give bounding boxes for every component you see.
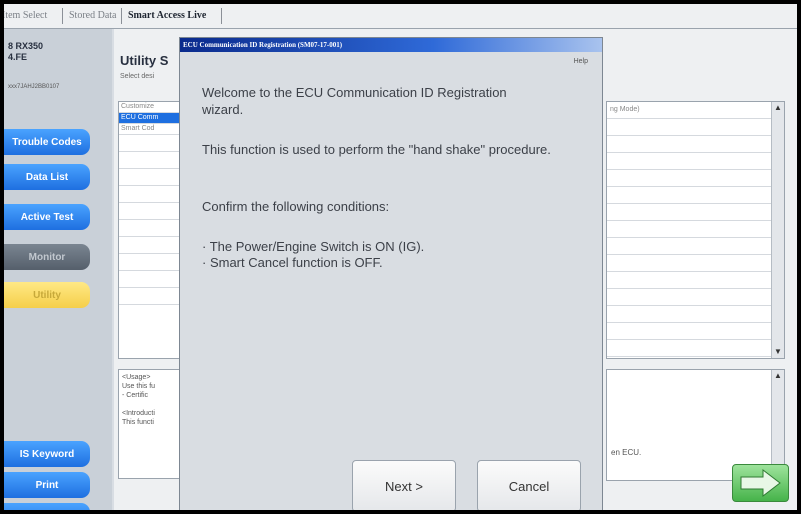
data-list-button[interactable]: Data List: [4, 164, 90, 190]
scroll-down-icon[interactable]: ▼: [772, 346, 784, 358]
arrow-right-icon: [740, 468, 781, 498]
usage-line: <Usage>: [122, 374, 151, 381]
sidebar: 8 RX350 4.FE xxx7JAHJ2BB0107 Trouble Cod…: [4, 29, 112, 510]
list-item: [119, 135, 183, 152]
vehicle-info: 8 RX350 4.FE: [8, 41, 43, 63]
list-item: ng Mode): [607, 102, 784, 119]
utility-list-right: ng Mode) ▲ ▼: [606, 101, 785, 359]
usage-line: This functi: [122, 419, 154, 426]
vehicle-vin: xxx7JAHJ2BB0107: [8, 84, 60, 90]
tab-divider: [221, 8, 222, 24]
utility-button[interactable]: Utility: [4, 282, 90, 308]
list-scrollbar[interactable]: ▲ ▼: [771, 102, 784, 358]
list-item: [607, 136, 784, 153]
confirm-text: Confirm the following conditions:: [202, 199, 390, 214]
vehicle-engine: 4.FE: [8, 52, 28, 62]
list-item: [607, 272, 784, 289]
list-item: [607, 323, 784, 340]
active-test-button[interactable]: Active Test: [4, 204, 90, 230]
usage-line: [122, 400, 178, 409]
dialog-title: ECU Communication ID Registration (SM07-…: [180, 38, 602, 52]
list-item: [607, 153, 784, 170]
screen: Item Select Stored Data Smart Access Liv…: [4, 4, 797, 510]
list-item: [607, 340, 784, 357]
list-item: [607, 170, 784, 187]
monitor-button[interactable]: Monitor: [4, 244, 90, 270]
usage-line: <Introducti: [122, 410, 155, 417]
scroll-up-icon[interactable]: ▲: [772, 370, 784, 382]
usage-line: Use this fu: [122, 383, 156, 390]
list-item: [119, 169, 183, 186]
list-item: [119, 203, 183, 220]
list-item: [119, 186, 183, 203]
list-item: [607, 221, 784, 238]
list-item: [119, 152, 183, 169]
list-item: [607, 255, 784, 272]
tab-stored-data[interactable]: Stored Data: [69, 10, 117, 21]
tab-divider: [121, 8, 122, 24]
ecu-registration-dialog: ECU Communication ID Registration (SM07-…: [179, 37, 603, 510]
list-item: [607, 238, 784, 255]
keyword-button[interactable]: IS Keyword: [4, 441, 90, 467]
sidebar-button[interactable]: [4, 503, 90, 510]
list-item: [119, 288, 183, 305]
welcome-text: Welcome to the ECU Communication ID Regi…: [202, 85, 507, 117]
list-item: [119, 271, 183, 288]
usage-line: - Certific: [122, 392, 149, 399]
print-button[interactable]: Print: [4, 472, 90, 498]
condition-ignition: · The Power/Engine Switch is ON (IG).: [202, 239, 425, 254]
vehicle-model: 8 RX350: [8, 41, 44, 51]
tab-divider: [62, 8, 63, 24]
list-item[interactable]: Customize: [119, 102, 183, 113]
cancel-button[interactable]: Cancel: [477, 460, 581, 510]
list-item: [607, 289, 784, 306]
list-item: [607, 204, 784, 221]
page-title: Utility S: [120, 53, 169, 68]
list-item: [119, 237, 183, 254]
tab-bar: Item Select Stored Data Smart Access Liv…: [4, 4, 797, 29]
scroll-up-icon[interactable]: ▲: [772, 102, 784, 114]
tab-smart-access-live[interactable]: Smart Access Live: [128, 10, 206, 21]
list-item: [119, 254, 183, 271]
list-item: [119, 220, 183, 237]
utility-list: Customize ECU Comm Smart Cod: [118, 101, 184, 359]
list-item: [607, 119, 784, 136]
trouble-codes-button[interactable]: Trouble Codes: [4, 129, 90, 155]
list-item[interactable]: Smart Cod: [119, 124, 183, 135]
help-link[interactable]: Help: [574, 58, 588, 65]
condition-smart-cancel: · Smart Cancel function is OFF.: [202, 255, 383, 270]
page-subtitle: Select desi: [120, 73, 155, 80]
usage-description: <Usage> Use this fu - Certific <Introduc…: [118, 369, 182, 479]
purpose-text: This function is used to perform the "ha…: [202, 142, 551, 157]
next-arrow-button[interactable]: [732, 464, 789, 502]
usage-text: en ECU.: [611, 448, 642, 457]
list-item-selected[interactable]: ECU Comm: [119, 113, 183, 124]
list-item: [607, 306, 784, 323]
tab-item-select[interactable]: Item Select: [4, 10, 47, 21]
next-button[interactable]: Next >: [352, 460, 456, 510]
list-item: [607, 187, 784, 204]
